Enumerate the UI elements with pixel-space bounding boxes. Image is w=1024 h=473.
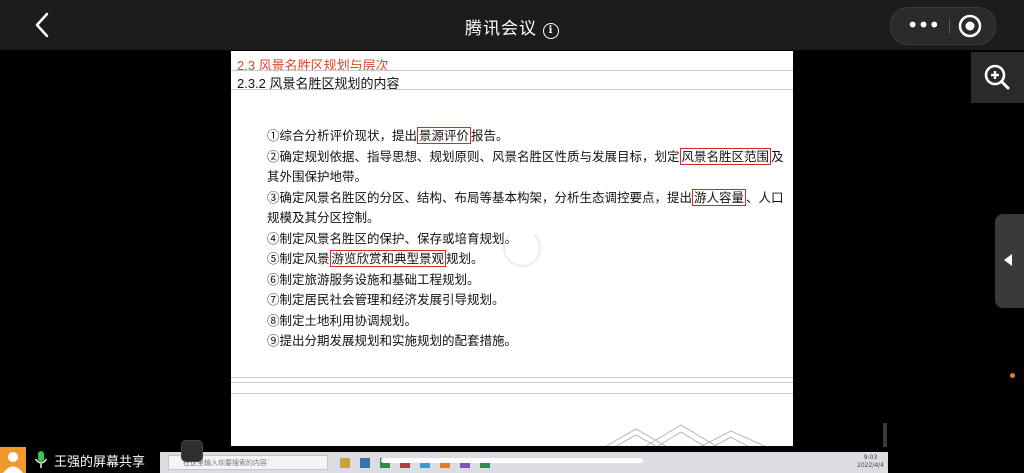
heading-rule — [231, 70, 793, 71]
notification-dot — [1010, 373, 1015, 378]
taskbar-clock: 9:03 2022/4/4 — [857, 454, 884, 470]
list-item: ⑧制定土地利用协调规划。 — [267, 312, 418, 328]
footer-rule — [231, 393, 793, 394]
taskbar-time: 9:03 — [863, 454, 878, 461]
list-item: ⑦制定居民社会管理和经济发展引导规划。 — [267, 292, 505, 307]
shared-document: 2.3 风景名胜区规划与层次 2.3.2 风景名胜区规划的内容 ①综合分析评价现… — [231, 51, 793, 446]
footer-rule — [231, 382, 793, 383]
microphone-icon — [34, 451, 48, 468]
section-heading: 2.3 风景名胜区规划与层次 — [237, 58, 389, 73]
highlighted-term: 游人容量 — [692, 188, 747, 206]
top-bar: 腾讯会议 i ••• — [0, 0, 1024, 50]
more-dots-icon[interactable]: ••• — [905, 8, 941, 44]
highlighted-term: 游览欣赏和典型景观 — [329, 250, 447, 267]
audio-level-meter — [883, 423, 887, 447]
window-title: 腾讯会议 i — [0, 14, 1024, 39]
zoom-in-button[interactable] — [971, 52, 1024, 103]
list-item: ②确定规划依据、指导思想、规划原则、风景名胜区性质与发展目标，划定 风景名胜区范围… — [267, 147, 784, 184]
capsule-divider — [949, 18, 950, 34]
info-icon[interactable]: i — [543, 23, 559, 39]
home-indicator[interactable] — [381, 458, 643, 463]
highlighted-term: 风景名胜区范围 — [679, 147, 772, 165]
share-label-text: 王强的屏幕共享 — [54, 455, 146, 470]
mountain-decoration-icon — [605, 424, 766, 446]
footer-rule — [231, 377, 793, 378]
highlighted-term: 景源评价 — [417, 127, 472, 144]
list-item: ①综合分析评价现状，提出 景源评价 报告。 — [267, 127, 509, 144]
zoom-in-icon — [984, 64, 1010, 90]
subheading-rule — [231, 89, 793, 90]
record-icon[interactable] — [957, 13, 983, 39]
collapse-panel-button[interactable] — [995, 214, 1024, 308]
pip-window-icon[interactable] — [181, 440, 203, 462]
avatar-icon — [0, 447, 26, 473]
loading-spinner-icon — [503, 229, 541, 267]
mini-program-capsule: ••• — [890, 7, 996, 45]
list-item: ③确定风景名胜区的分区、结构、布局等基本构架，分析生态调控要点，提出 游人容量 、人… — [267, 188, 784, 225]
list-item: ⑨提出分期发展规划和实施规划的配套措施。 — [267, 333, 518, 348]
list-item: ⑥制定旅游服务设施和基础工程规划。 — [267, 271, 480, 287]
triangle-left-icon — [1004, 254, 1012, 266]
taskbar-date: 2022/4/4 — [857, 462, 884, 469]
window-title-text: 腾讯会议 — [465, 19, 537, 39]
